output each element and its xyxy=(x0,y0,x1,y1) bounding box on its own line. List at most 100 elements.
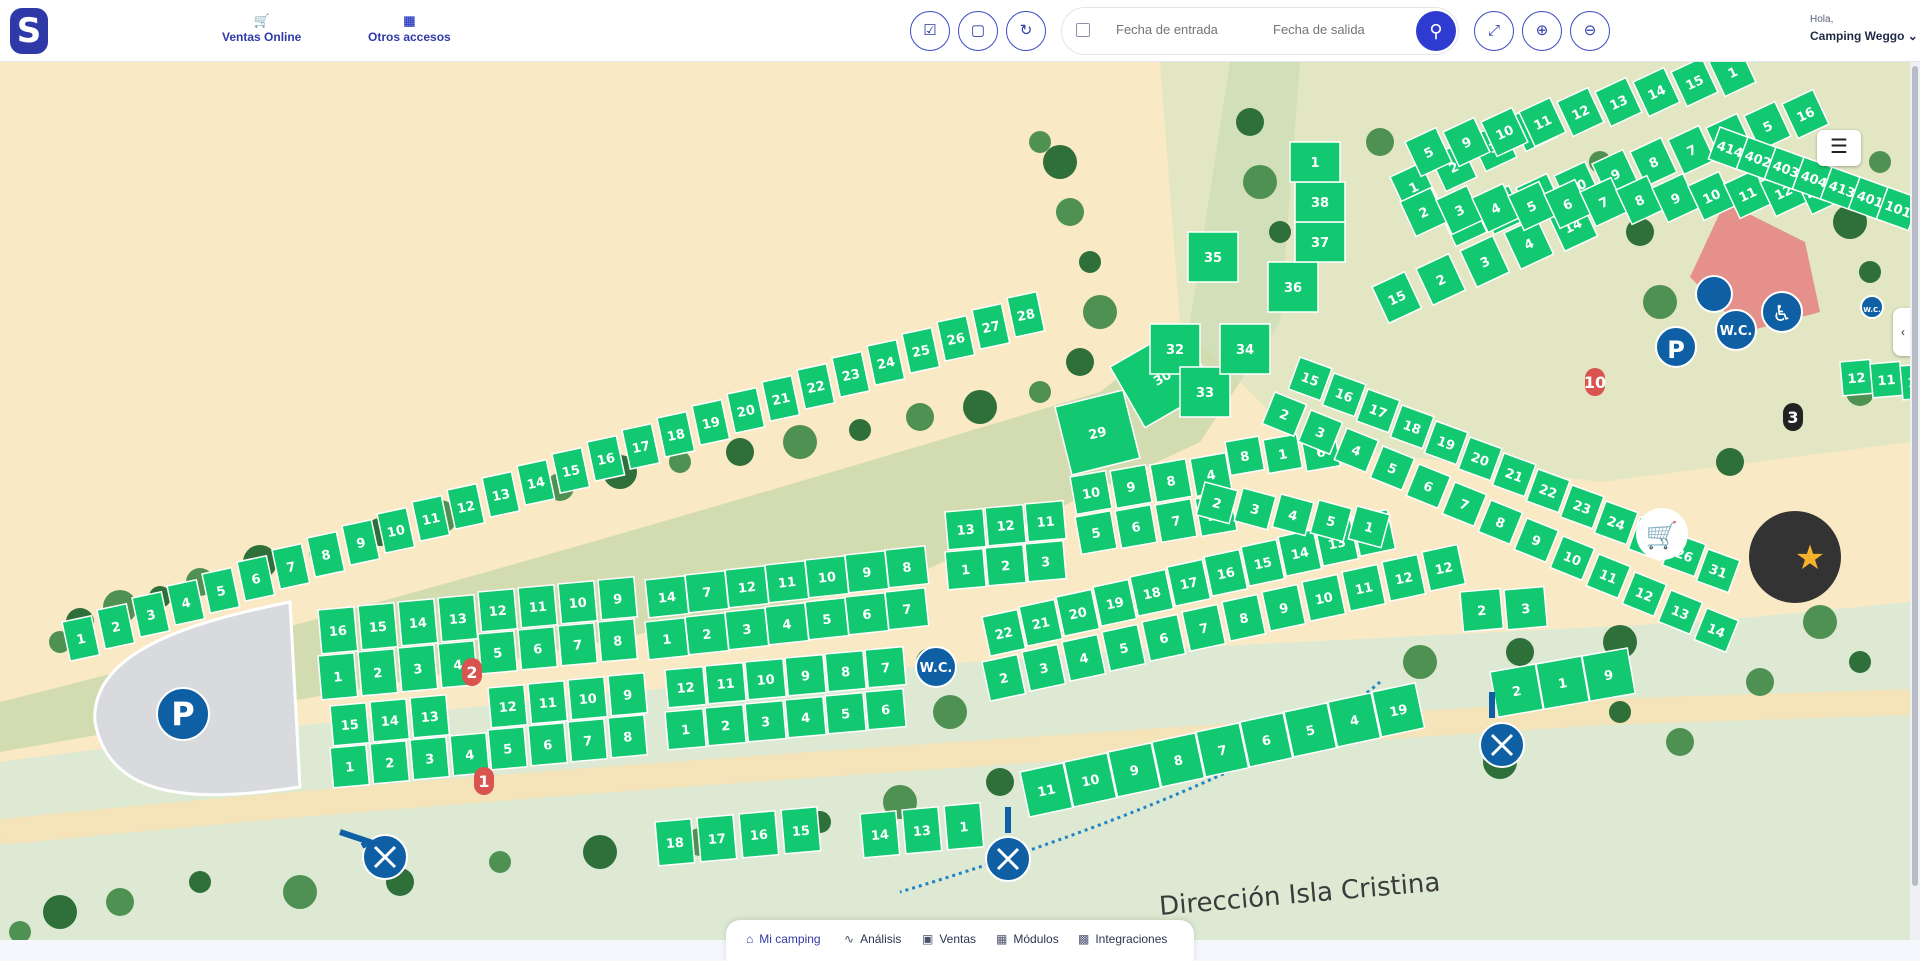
plot[interactable]: 17 xyxy=(696,814,738,863)
plot[interactable]: 23 xyxy=(831,350,871,399)
plot[interactable]: 1 xyxy=(944,547,987,591)
plot[interactable]: 12 xyxy=(984,503,1027,547)
plot[interactable]: 7 xyxy=(1195,721,1250,778)
plot[interactable]: 11 xyxy=(764,559,810,604)
plot[interactable]: 5 xyxy=(487,726,529,771)
plot[interactable]: 31 xyxy=(1695,548,1741,594)
plot[interactable]: 2 xyxy=(704,703,747,747)
plot[interactable]: 34 xyxy=(1219,323,1271,375)
bottom-nav-integraciones[interactable]: ▩ Integraciones xyxy=(1078,932,1167,946)
plot[interactable]: 16 xyxy=(586,434,626,483)
plot[interactable]: 1 xyxy=(644,616,690,661)
plot[interactable]: 2 xyxy=(981,653,1027,703)
plot[interactable]: 8 xyxy=(607,714,649,759)
plot[interactable]: 11 xyxy=(1585,553,1632,600)
account-menu[interactable]: Camping Weggo ⌄ xyxy=(1810,29,1918,43)
plot[interactable]: 11 xyxy=(1869,360,1904,399)
plot[interactable]: 12 xyxy=(477,588,519,633)
plot[interactable]: 10 xyxy=(567,676,609,721)
plot[interactable]: 37 xyxy=(1294,221,1346,263)
plot[interactable]: 1 xyxy=(1535,655,1591,711)
bottom-nav-modulos[interactable]: ▦ Módulos xyxy=(996,932,1059,946)
plot[interactable]: 15 xyxy=(357,602,399,651)
plot[interactable]: 22 xyxy=(796,362,836,411)
plot[interactable]: 10 xyxy=(1069,469,1113,516)
plot[interactable]: 9 xyxy=(597,576,639,621)
plot[interactable]: 9 xyxy=(844,549,890,594)
plot[interactable]: 18 xyxy=(654,818,696,867)
plot[interactable]: 3 xyxy=(1233,487,1277,531)
plot[interactable]: 27 xyxy=(971,302,1011,351)
plot[interactable]: 10 xyxy=(1301,573,1347,623)
plot[interactable]: 17 xyxy=(1166,558,1212,608)
plot[interactable]: 10 xyxy=(744,657,787,701)
plot[interactable]: 12 xyxy=(724,564,770,609)
plot[interactable]: 28 xyxy=(1006,290,1046,339)
plot[interactable]: 9 xyxy=(784,653,827,697)
plot[interactable]: 19 xyxy=(1092,578,1138,628)
plot[interactable]: 7 xyxy=(271,542,311,591)
plot[interactable]: 3 xyxy=(1503,585,1549,631)
plot[interactable]: 3 xyxy=(409,736,451,781)
plot[interactable]: 16 xyxy=(738,810,780,859)
plot[interactable]: 3 xyxy=(1021,643,1067,693)
plot[interactable]: 24 xyxy=(866,338,906,387)
plot[interactable]: 8 xyxy=(884,544,930,589)
shop-cart-icon[interactable]: 🛒 xyxy=(1646,520,1678,551)
map-view-button[interactable]: ▢ xyxy=(958,11,998,51)
plot[interactable]: 1 xyxy=(317,652,359,701)
plot[interactable]: 10 xyxy=(804,554,850,599)
bottom-nav-analisis[interactable]: ∿ Análisis xyxy=(844,932,901,946)
plot[interactable]: 14 xyxy=(397,598,439,647)
plot[interactable]: 5 xyxy=(1074,509,1118,556)
nav-ventas-online[interactable]: 🛒 Ventas Online xyxy=(222,14,301,45)
plot[interactable]: 12 xyxy=(1421,543,1467,593)
campsite-map[interactable]: ★ 16 15 14 13 1 2 3 4 12 11 10 9 5 6 7 8 15 14 13 1 2 3 4 12 11 1… xyxy=(0,62,1910,940)
plot[interactable]: 4 xyxy=(1327,691,1382,748)
plot[interactable]: 7 xyxy=(557,622,599,667)
plot[interactable]: 7 xyxy=(567,718,609,763)
plot[interactable]: 5 xyxy=(824,691,867,735)
plot[interactable]: 6 xyxy=(517,626,559,671)
plot[interactable]: 3 xyxy=(1024,539,1067,583)
plot[interactable]: 23 xyxy=(1559,484,1605,530)
plot[interactable]: 7 xyxy=(684,569,730,614)
plot[interactable]: 4 xyxy=(784,695,827,739)
plot[interactable]: 15 xyxy=(780,806,822,855)
plot[interactable]: 14 xyxy=(369,698,411,743)
checkout-date-input[interactable] xyxy=(1273,22,1413,37)
plot[interactable]: 12 xyxy=(487,684,529,729)
plot[interactable]: 22 xyxy=(981,608,1027,658)
plot[interactable]: 7 xyxy=(1154,497,1198,544)
plot[interactable]: 18 xyxy=(656,410,696,459)
plot[interactable]: 16 xyxy=(317,606,359,655)
plot[interactable]: 38 xyxy=(1294,181,1346,223)
plot[interactable]: 11 xyxy=(1019,761,1074,818)
plot[interactable]: 2 xyxy=(357,648,399,697)
plot[interactable]: 9 xyxy=(1513,517,1560,564)
plot[interactable]: 9 xyxy=(1107,741,1162,798)
nav-otros-accesos[interactable]: ▦ Otros accesos xyxy=(368,14,451,45)
plot[interactable]: 5 xyxy=(477,630,519,675)
plot[interactable]: 15 xyxy=(329,702,371,747)
plot[interactable]: 4 xyxy=(764,601,810,646)
plot[interactable]: 18 xyxy=(1129,568,1175,618)
plot[interactable]: 12 xyxy=(1621,571,1668,618)
plot[interactable]: 36 xyxy=(1267,261,1319,313)
plot[interactable]: 1 xyxy=(61,614,101,663)
plot[interactable]: 19 xyxy=(691,398,731,447)
plot[interactable]: 4 xyxy=(1061,633,1107,683)
plot[interactable]: 4 xyxy=(1271,493,1315,537)
plot[interactable]: 12 xyxy=(1381,553,1427,603)
plot[interactable]: 13 xyxy=(481,470,521,519)
baby-care-icon[interactable] xyxy=(1695,275,1733,313)
bottom-nav-ventas[interactable]: ▣ Ventas xyxy=(922,932,976,946)
calendar-check-button[interactable]: ☑ xyxy=(910,11,950,51)
plot[interactable]: 6 xyxy=(844,591,890,636)
plot[interactable]: 1 xyxy=(329,744,371,789)
plot[interactable]: 19 xyxy=(1371,681,1426,738)
plot[interactable]: 10 xyxy=(1063,751,1118,808)
zoom-out-button[interactable]: ⊖ xyxy=(1570,11,1610,51)
search-button[interactable]: ⚲ xyxy=(1416,11,1456,51)
plot[interactable]: 16 xyxy=(1203,548,1249,598)
